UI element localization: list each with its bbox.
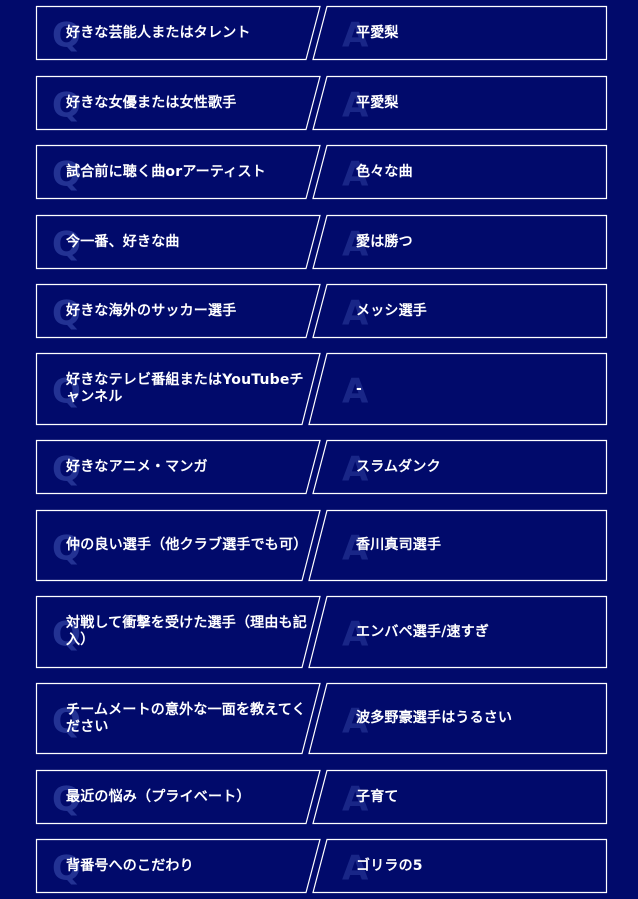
question-text: 試合前に聴く曲orアーティスト <box>66 163 266 180</box>
answer-cell: A スラムダンク <box>328 440 607 494</box>
question-cell: Q 好きな芸能人またはタレント <box>36 6 318 60</box>
question-cell: Q 好きな女優または女性歌手 <box>36 76 318 130</box>
question-text: 好きな芸能人またはタレント <box>66 24 251 41</box>
question-text: 対戦して衝撃を受けた選手（理由も記入） <box>66 615 307 648</box>
answer-text: 平愛梨 <box>356 94 399 111</box>
answer-cell: A ゴリラの5 <box>328 839 607 893</box>
question-cell: Q 好きなアニメ・マンガ <box>36 440 318 494</box>
question-text: 最近の悩み（プライベート） <box>66 788 251 805</box>
question-cell: Q 試合前に聴く曲orアーティスト <box>36 145 318 199</box>
question-cell: Q 今一番、好きな曲 <box>36 215 318 269</box>
answer-text: 平愛梨 <box>356 24 399 41</box>
question-cell: Q 背番号へのこだわり <box>36 839 318 893</box>
answer-text: 子育て <box>356 788 399 805</box>
answer-cell: A 色々な曲 <box>328 145 607 199</box>
answer-cell: A 平愛梨 <box>328 6 607 60</box>
qa-row: Q 好きなテレビ番組またはYouTubeチャンネル A - <box>35 352 608 426</box>
question-cell: Q 好きなテレビ番組またはYouTubeチャンネル <box>36 353 318 425</box>
question-text: 好きなテレビ番組またはYouTubeチャンネル <box>66 372 304 405</box>
answer-text: スラムダンク <box>356 458 441 475</box>
answer-text: ゴリラの5 <box>356 857 423 874</box>
question-cell: Q 最近の悩み（プライベート） <box>36 770 318 824</box>
question-text: 好きな女優または女性歌手 <box>66 94 237 111</box>
qa-row: Q 仲の良い選手（他クラブ選手でも可） A 香川真司選手 <box>35 509 608 582</box>
qa-row: Q 好きなアニメ・マンガ A スラムダンク <box>35 439 608 495</box>
question-text: 好きな海外のサッカー選手 <box>66 302 237 319</box>
question-text: 好きなアニメ・マンガ <box>66 458 208 475</box>
answer-text: - <box>356 380 363 397</box>
answer-cell: A 平愛梨 <box>328 76 607 130</box>
question-text: 仲の良い選手（他クラブ選手でも可） <box>66 537 308 553</box>
answer-cell: A 子育て <box>328 770 607 824</box>
qa-row: Q 今一番、好きな曲 A 愛は勝つ <box>35 214 608 270</box>
answer-text: 香川真司選手 <box>356 537 442 553</box>
question-text: チームメートの意外な一面を教えてください <box>66 701 306 735</box>
answer-text: 色々な曲 <box>356 163 413 180</box>
qa-row: Q 最近の悩み（プライベート） A 子育て <box>35 769 608 825</box>
question-cell: Q チームメートの意外な一面を教えてください <box>36 683 318 754</box>
answer-cell: A 香川真司選手 <box>328 510 607 581</box>
question-text: 背番号へのこだわり <box>66 857 194 874</box>
qa-row: Q 試合前に聴く曲orアーティスト A 色々な曲 <box>35 144 608 200</box>
answer-text: エンバペ選手/速すぎ <box>356 623 490 640</box>
qa-row: Q 対戦して衝撃を受けた選手（理由も記入） A エンバペ選手/速すぎ <box>35 595 608 669</box>
question-cell: Q 好きな海外のサッカー選手 <box>36 284 318 338</box>
qa-row: Q 背番号へのこだわり A ゴリラの5 <box>35 838 608 894</box>
answer-text: メッシ選手 <box>356 302 427 319</box>
answer-cell: A エンバペ選手/速すぎ <box>328 596 607 668</box>
answer-cell: A メッシ選手 <box>328 284 607 338</box>
question-cell: Q 対戦して衝撃を受けた選手（理由も記入） <box>36 596 318 668</box>
answer-cell: A - <box>328 353 607 425</box>
answer-cell: A 波多野豪選手はうるさい <box>328 683 607 754</box>
qa-row: Q チームメートの意外な一面を教えてください A 波多野豪選手はうるさい <box>35 682 608 755</box>
question-cell: Q 仲の良い選手（他クラブ選手でも可） <box>36 510 318 581</box>
question-text: 今一番、好きな曲 <box>66 233 180 250</box>
answer-text: 愛は勝つ <box>356 233 413 250</box>
answer-cell: A 愛は勝つ <box>328 215 607 269</box>
qa-row: Q 好きな芸能人またはタレント A 平愛梨 <box>35 5 608 61</box>
qa-row: Q 好きな女優または女性歌手 A 平愛梨 <box>35 75 608 131</box>
answer-text: 波多野豪選手はうるさい <box>356 710 513 726</box>
qa-row: Q 好きな海外のサッカー選手 A メッシ選手 <box>35 283 608 339</box>
